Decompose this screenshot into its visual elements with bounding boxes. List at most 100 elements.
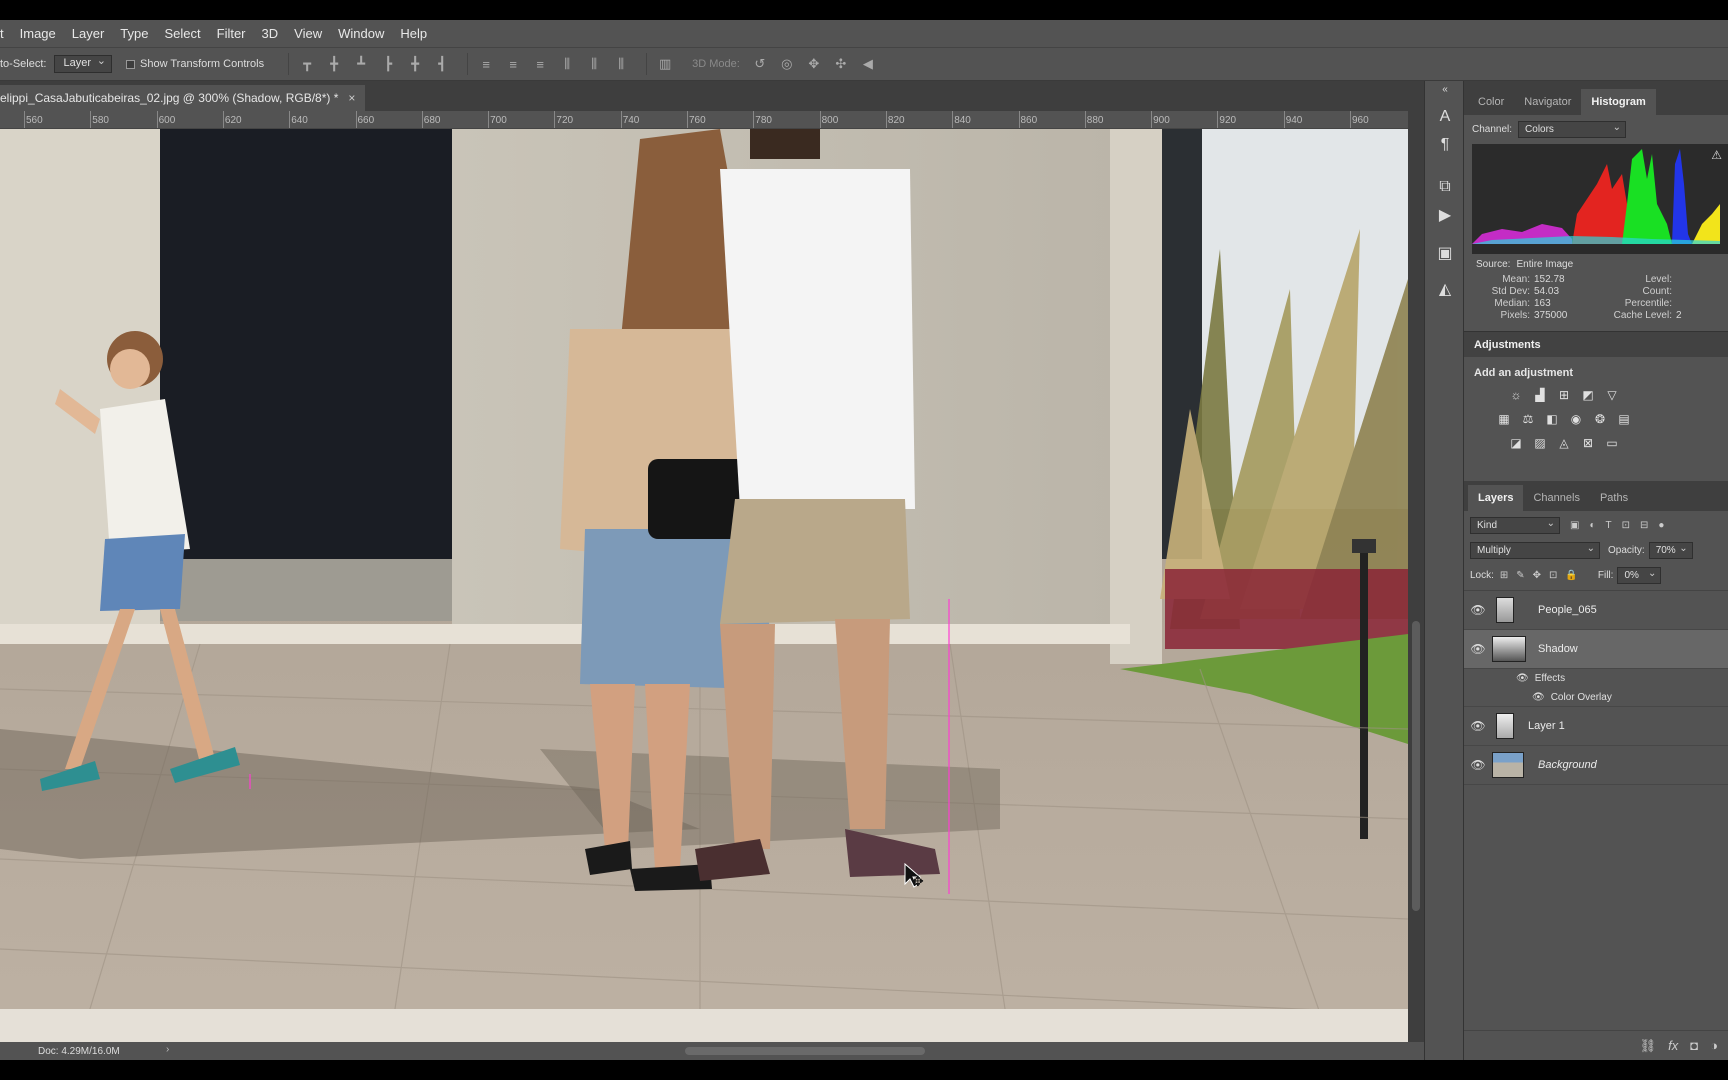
tab-navigator[interactable]: Navigator (1514, 89, 1581, 115)
tab-channels[interactable]: Channels (1523, 485, 1589, 511)
menu-file-partial[interactable]: t (0, 26, 12, 41)
tab-histogram[interactable]: Histogram (1581, 89, 1656, 115)
layer-row-people[interactable]: 👁 People_065 (1464, 591, 1728, 630)
status-arrow-icon[interactable]: › (166, 1044, 169, 1055)
black-white-icon[interactable]: ◧ (1544, 411, 1560, 427)
scrollbar-thumb[interactable] (1412, 621, 1420, 911)
3d-slide-icon[interactable]: ✣ (831, 54, 851, 74)
auto-select-dropdown[interactable]: Layer (54, 54, 112, 73)
invert-icon[interactable]: ◪ (1508, 435, 1524, 451)
layer-filter-icons[interactable]: ▣◐T⊡⊟● (1570, 520, 1674, 531)
blend-mode-dropdown[interactable]: Multiply (1470, 541, 1600, 559)
eye-icon[interactable]: 👁 (1464, 603, 1492, 617)
align-left-icon[interactable]: ┣ (378, 54, 398, 74)
distribute-left-icon[interactable]: ⫼ (557, 54, 577, 74)
adjustments-title[interactable]: Adjustments (1464, 331, 1728, 357)
align-bottom-icon[interactable]: ┻ (351, 54, 371, 74)
brightness-contrast-icon[interactable]: ☼ (1508, 387, 1524, 403)
eye-icon[interactable]: 👁 (1516, 673, 1529, 684)
posterize-icon[interactable]: ▨ (1532, 435, 1548, 451)
layer-thumbnail (1492, 752, 1524, 778)
document-tab[interactable]: elippi_CasaJabuticabeiras_02.jpg @ 300% … (0, 85, 366, 111)
vibrance-icon[interactable]: ▽ (1604, 387, 1620, 403)
align-top-icon[interactable]: ┳ (297, 54, 317, 74)
collapse-panels-icon[interactable]: « (1435, 79, 1455, 99)
levels-icon[interactable]: ▟ (1532, 387, 1548, 403)
transform-controls-checkbox[interactable]: Show Transform Controls (126, 58, 264, 70)
color-lookup-icon[interactable]: ▤ (1616, 411, 1632, 427)
tab-paths[interactable]: Paths (1590, 485, 1638, 511)
3d-drag-icon[interactable]: ✥ (804, 54, 824, 74)
menu-image[interactable]: Image (12, 26, 64, 41)
distribute-bottom-icon[interactable]: ≡ (530, 54, 550, 74)
tab-layers[interactable]: Layers (1468, 485, 1524, 511)
menu-select[interactable]: Select (156, 26, 208, 41)
threshold-icon[interactable]: ◬ (1556, 435, 1572, 451)
distribute-right-icon[interactable]: ⫼ (611, 54, 631, 74)
eye-icon[interactable]: 👁 (1532, 692, 1545, 703)
menu-view[interactable]: View (286, 26, 330, 41)
lock-icons[interactable]: ⊞✎✥⊡🔒 (1500, 570, 1586, 581)
3d-roll-icon[interactable]: ◎ (777, 54, 797, 74)
menu-window[interactable]: Window (330, 26, 392, 41)
ruler-tick-label: 960 (1352, 115, 1369, 126)
gradient-map-icon[interactable]: ▭ (1604, 435, 1620, 451)
character-panel-icon[interactable]: A (1435, 107, 1455, 127)
menu-layer[interactable]: Layer (64, 26, 113, 41)
ruler-tick-label: 640 (291, 115, 308, 126)
actions-panel-icon[interactable]: ▶ (1435, 205, 1455, 225)
eye-icon[interactable]: 👁 (1464, 758, 1492, 772)
menu-type[interactable]: Type (112, 26, 156, 41)
align-hcenter-icon[interactable]: ╋ (405, 54, 425, 74)
checkbox-box[interactable] (126, 59, 135, 69)
distribute-vcenter-icon[interactable]: ≡ (503, 54, 523, 74)
channel-dropdown[interactable]: Colors (1518, 120, 1627, 138)
layer-filter-dropdown[interactable]: Kind (1470, 516, 1560, 534)
color-overlay-row[interactable]: 👁 Color Overlay (1464, 688, 1728, 707)
channel-mixer-icon[interactable]: ❂ (1592, 411, 1608, 427)
3d-rotate-icon[interactable]: ↺ (750, 54, 770, 74)
distribute-hcenter-icon[interactable]: ⫼ (584, 54, 604, 74)
photo-filter-icon[interactable]: ◉ (1568, 411, 1584, 427)
eye-icon[interactable]: 👁 (1464, 642, 1492, 656)
selective-color-icon[interactable]: ⊠ (1580, 435, 1596, 451)
auto-align-icon[interactable]: ▥ (655, 54, 675, 74)
menu-filter[interactable]: Filter (209, 26, 254, 41)
stat-label: Level: (1645, 274, 1672, 285)
fx-icon[interactable]: fx (1668, 1038, 1678, 1053)
tab-color[interactable]: Color (1468, 89, 1514, 115)
image-canvas[interactable]: ✥ (0, 129, 1408, 1042)
vertical-scrollbar[interactable] (1408, 111, 1424, 1042)
add-mask-icon[interactable]: ◘ (1690, 1038, 1698, 1053)
distribute-top-icon[interactable]: ≡ (476, 54, 496, 74)
history-panel-icon[interactable]: ⧉ (1435, 177, 1455, 197)
menu-bar: t Image Layer Type Select Filter 3D View… (0, 20, 1728, 47)
properties-panel-icon[interactable]: ▣ (1435, 243, 1455, 263)
source-value[interactable]: Entire Image (1516, 259, 1573, 270)
hue-saturation-icon[interactable]: ▦ (1496, 411, 1512, 427)
layer-row-layer1[interactable]: 👁 Layer 1 (1464, 707, 1728, 746)
color-balance-icon[interactable]: ⚖ (1520, 411, 1536, 427)
effects-row[interactable]: 👁 Effects (1464, 669, 1728, 688)
fill-input[interactable]: 0% (1617, 566, 1662, 584)
3d-scale-icon[interactable]: ◀ (858, 54, 878, 74)
paragraph-panel-icon[interactable]: ¶ (1435, 135, 1455, 155)
align-right-icon[interactable]: ┫ (432, 54, 452, 74)
menu-help[interactable]: Help (392, 26, 435, 41)
scrollbar-thumb[interactable] (685, 1047, 925, 1055)
effect-name: Color Overlay (1550, 691, 1612, 703)
menu-3d[interactable]: 3D (254, 26, 287, 41)
opacity-input[interactable]: 70% (1648, 541, 1693, 559)
exposure-icon[interactable]: ◩ (1580, 387, 1596, 403)
panel-icon-strip: « A ¶ ⧉ ▶ ▣ ◭ (1424, 81, 1464, 1060)
new-adjustment-icon[interactable]: ◑ (1710, 1038, 1718, 1053)
align-vcenter-icon[interactable]: ╋ (324, 54, 344, 74)
eye-icon[interactable]: 👁 (1464, 719, 1492, 733)
link-layers-icon[interactable]: ⛓ (1640, 1038, 1657, 1054)
layer-row-shadow[interactable]: 👁 Shadow (1464, 630, 1728, 669)
curves-icon[interactable]: ⊞ (1556, 387, 1572, 403)
close-icon[interactable]: × (348, 91, 355, 105)
horizontal-scrollbar[interactable] (180, 1046, 1400, 1056)
layers-comp-panel-icon[interactable]: ◭ (1435, 279, 1455, 299)
layer-row-background[interactable]: 👁 Background (1464, 746, 1728, 785)
